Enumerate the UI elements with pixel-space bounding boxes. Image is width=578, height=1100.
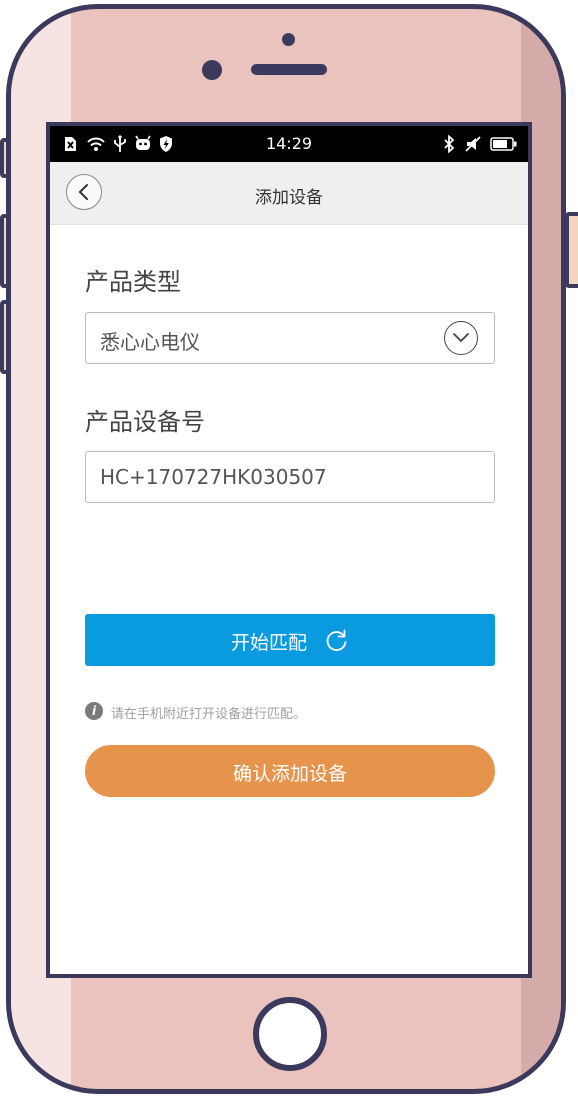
front-sensor [282,33,295,46]
product-type-select[interactable]: 悉心心电仪 [85,312,495,364]
product-type-label: 产品类型 [85,268,181,296]
phone-screen: 14:29 添加设备 产品类型 悉心心电仪 产品设备号 HC+170727HK0… [46,122,532,978]
chevron-down-icon [453,333,469,343]
dropdown-toggle[interactable] [444,321,478,355]
product-number-value: HC+170727HK030507 [100,465,327,489]
status-time: 14:29 [265,134,313,153]
start-match-label: 开始匹配 [231,632,308,654]
mute-icon [465,136,481,152]
side-button-power [565,212,578,288]
product-number-field[interactable]: HC+170727HK030507 [85,451,495,503]
info-icon: i [85,702,103,720]
front-camera [202,60,222,80]
earpiece-speaker [251,64,327,75]
page-title: 添加设备 [255,188,323,208]
refresh-icon [326,629,347,651]
home-button[interactable] [253,997,327,1071]
start-match-button[interactable]: 开始匹配 [85,614,495,666]
match-hint: 请在手机附近打开设备进行匹配。 [111,707,307,722]
product-number-label: 产品设备号 [85,408,205,436]
confirm-add-device-button[interactable]: 确认添加设备 [85,745,495,797]
product-type-value: 悉心心电仪 [100,330,200,354]
status-bar: 14:29 [50,126,528,162]
nav-bar: 添加设备 [50,162,528,225]
confirm-add-device-label: 确认添加设备 [232,763,347,785]
battery-icon [490,137,517,151]
bluetooth-icon [444,135,455,153]
